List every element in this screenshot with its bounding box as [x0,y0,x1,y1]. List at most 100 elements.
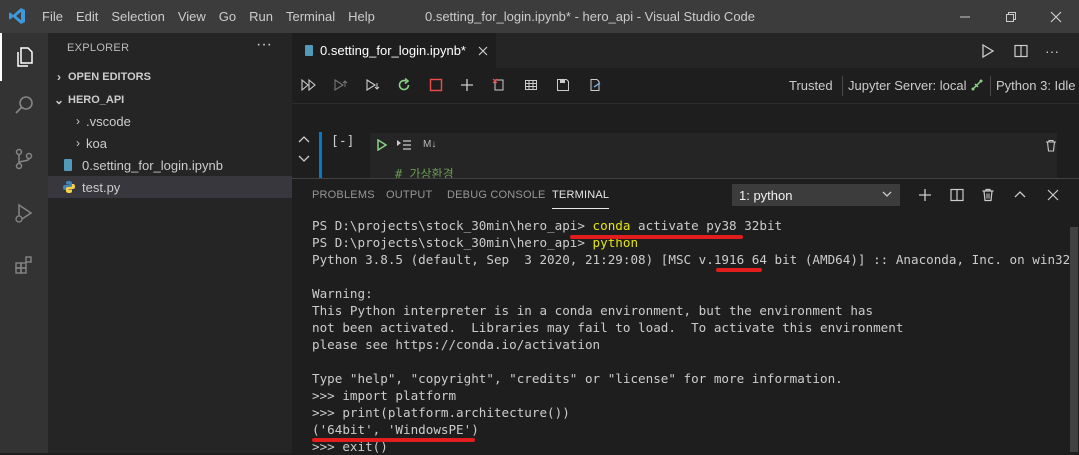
menu-edit[interactable]: Edit [76,9,98,24]
tab-problems[interactable]: PROBLEMS [312,179,375,211]
run-debug-activity[interactable] [0,189,48,237]
annotation-underline [716,268,762,272]
tab-debug-console[interactable]: DEBUG CONSOLE [447,179,546,211]
close-window-button[interactable] [1033,0,1079,33]
tree-item-koa[interactable]: › koa [48,132,292,154]
source-control-activity[interactable] [0,135,48,183]
save-button[interactable] [554,76,572,94]
run-above-button[interactable] [332,76,350,94]
menu-help[interactable]: Help [348,9,375,24]
export-button[interactable] [586,76,604,94]
menu-go[interactable]: Go [219,9,236,24]
run-above-icon [334,79,348,91]
split-editor-button[interactable] [1011,41,1031,61]
run-all-button[interactable] [300,76,318,94]
source-control-icon [15,148,33,170]
annotation-underline [570,235,743,239]
tab-label: 0.setting_for_login.ipynb* [320,43,466,58]
chevron-up-icon[interactable] [298,131,310,149]
plus-icon [461,79,473,91]
explorer-header: EXPLORER [67,42,130,54]
annotation-underline [312,438,475,442]
jupyter-server-status[interactable]: Jupyter Server: local [848,68,967,103]
terminal-line: Warning: [312,286,373,301]
terminal-select[interactable]: 1: python [732,184,900,206]
menu-selection[interactable]: Selection [111,9,164,24]
explorer-activity[interactable] [0,33,48,81]
stop-icon [429,78,443,92]
tab-terminal[interactable]: TERMINAL [552,179,610,211]
run-cell-icon[interactable] [376,139,388,151]
terminal-scrollbar[interactable] [1069,217,1079,454]
more-actions-icon[interactable]: ··· [256,36,272,54]
export-icon [590,79,601,91]
tree-item-vscode[interactable]: › .vscode [48,110,292,132]
trash-icon [982,188,994,202]
menu-file[interactable]: File [42,9,63,24]
restart-icon [398,78,410,91]
chevron-down-icon[interactable] [298,151,310,169]
tab-output[interactable]: OUTPUT [386,179,432,211]
run-below-icon[interactable] [396,139,412,151]
open-editors-section[interactable]: › OPEN EDITORS [48,66,292,88]
variables-button[interactable] [522,76,540,94]
split-terminal-button[interactable] [947,185,967,205]
split-editor-icon [1014,44,1028,58]
cell-type-badge[interactable]: M↓ [423,139,436,150]
run-below-button[interactable] [364,76,382,94]
restore-button[interactable] [988,0,1034,33]
terminal-line: Python 3.8.5 (default, Sep 3 2020, 21:29… [312,252,1071,267]
notebook-cell[interactable]: [-] M↓ # 가상환경 [292,103,1079,181]
clear-outputs-button[interactable] [490,76,508,94]
scrollbar-thumb[interactable] [1070,227,1078,452]
minimize-button[interactable] [942,0,988,33]
terminal-line: >>> print(platform.architecture()) [312,405,570,420]
tree-item-testpy[interactable]: test.py [48,176,292,198]
minimize-icon [960,16,970,17]
tree-item-label: .vscode [86,113,131,129]
terminal-line: Type "help", "copyright", "credits" or "… [312,371,843,386]
python-file-icon [62,180,80,194]
notebook-toolbar: Trusted Jupyter Server: local Python 3: … [292,68,1079,104]
close-icon [1047,189,1059,201]
debug-icon [15,203,33,223]
editor-area: 0.setting_for_login.ipynb* ··· Trusted J… [292,33,1079,455]
maximize-panel-button[interactable] [1010,185,1030,205]
tree-item-notebook[interactable]: 0.setting_for_login.ipynb [48,154,292,176]
run-file-button[interactable] [978,41,998,61]
restore-icon [1006,11,1016,22]
tab-notebook[interactable]: 0.setting_for_login.ipynb* [292,33,496,68]
interrupt-kernel-button[interactable] [427,76,445,94]
menu-run[interactable]: Run [249,9,273,24]
chevron-right-icon: › [76,136,80,150]
terminal-line: This Python interpreter is in a conda en… [312,303,874,318]
tree-item-label: 0.setting_for_login.ipynb [82,157,223,173]
extensions-activity[interactable] [0,241,48,289]
connected-icon [970,78,984,92]
close-panel-button[interactable] [1043,185,1063,205]
terminal-output[interactable]: PS D:\projects\stock_30min\hero_api> con… [312,217,1071,455]
add-cell-button[interactable] [458,76,476,94]
trusted-status[interactable]: Trusted [789,68,833,103]
terminal-line: >>> import platform [312,388,457,403]
chevron-right-icon: › [76,114,80,128]
search-activity[interactable] [0,81,48,129]
project-section[interactable]: ⌄ HERO_API [48,89,292,111]
bottom-panel: PROBLEMS OUTPUT DEBUG CONSOLE TERMINAL 1… [292,178,1079,455]
new-terminal-button[interactable] [915,185,935,205]
cell-body[interactable]: M↓ # 가상환경 [370,133,1057,181]
more-actions-icon[interactable]: ··· [1042,41,1062,61]
close-tab-icon[interactable] [478,46,488,56]
menu-terminal[interactable]: Terminal [286,9,335,24]
menu-view[interactable]: View [178,9,206,24]
split-editor-icon [950,188,964,202]
delete-cell-icon[interactable] [1045,139,1057,152]
execution-count: [-] [331,134,355,149]
kill-terminal-button[interactable] [978,185,998,205]
kernel-status[interactable]: Python 3: Idle [996,68,1076,103]
vscode-logo-icon [8,7,26,25]
chevron-right-icon: › [57,70,61,84]
restart-kernel-button[interactable] [395,76,413,94]
